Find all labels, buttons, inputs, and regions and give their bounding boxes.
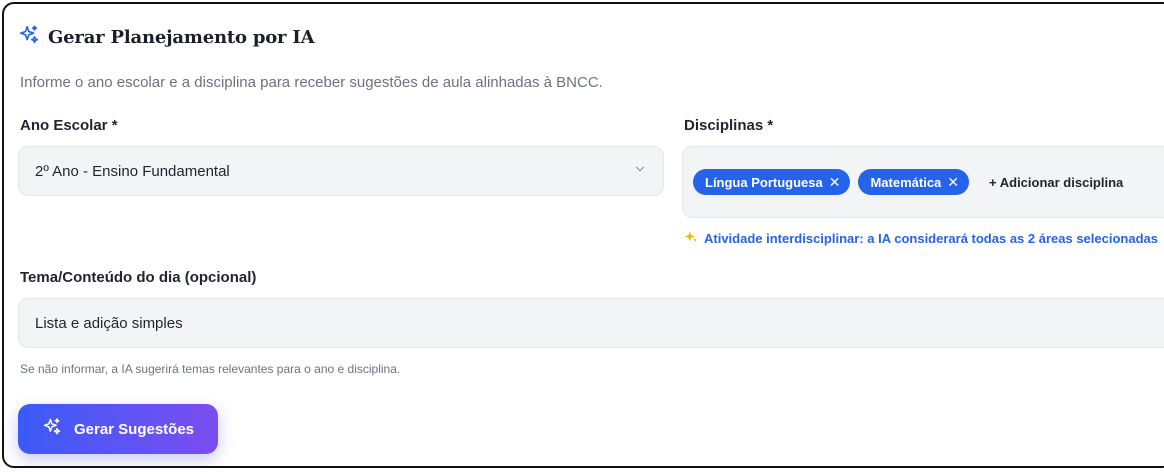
sparkle-icon [684, 230, 698, 247]
interdisciplinary-note-text: Atividade interdisciplinar: a IA conside… [704, 231, 1158, 246]
gerar-sugestoes-label: Gerar Sugestões [73, 420, 195, 438]
chip-label: Língua Portuguesa [705, 174, 823, 190]
ano-escolar-value: 2º Ano - Ensino Fundamental [35, 162, 230, 180]
sparkles-icon [18, 24, 40, 51]
remove-chip-icon[interactable]: ✕ [947, 175, 959, 189]
planning-card: Gerar Planejamento por IA Informe o ano … [2, 2, 1164, 468]
page-subtitle: Informe o ano escolar e a disciplina par… [20, 74, 603, 91]
remove-chip-icon[interactable]: ✕ [829, 175, 841, 189]
interdisciplinary-note: Atividade interdisciplinar: a IA conside… [684, 230, 1158, 247]
tema-value: Lista e adição simples [35, 314, 183, 332]
tema-hint: Se não informar, a IA sugerirá temas rel… [20, 362, 401, 376]
tema-input[interactable]: Lista e adição simples [18, 298, 1164, 348]
chip-label: Matemática [870, 174, 942, 190]
add-disciplina-button[interactable]: + Adicionar disciplina [989, 175, 1123, 190]
page-title: Gerar Planejamento por IA [48, 27, 315, 48]
ano-escolar-label: Ano Escolar * [20, 117, 118, 134]
chevron-down-icon [633, 162, 647, 180]
chip-lingua-portuguesa[interactable]: Língua Portuguesa ✕ [693, 169, 851, 195]
tema-label: Tema/Conteúdo do dia (opcional) [20, 269, 257, 286]
chip-matematica[interactable]: Matemática ✕ [858, 169, 970, 195]
card-header: Gerar Planejamento por IA [18, 24, 315, 51]
disciplinas-label: Disciplinas * [684, 117, 774, 134]
disciplinas-field[interactable]: Língua Portuguesa ✕ Matemática ✕ + Adici… [682, 146, 1164, 218]
sparkles-icon [42, 417, 62, 441]
ano-escolar-select[interactable]: 2º Ano - Ensino Fundamental [18, 146, 664, 196]
gerar-sugestoes-button[interactable]: Gerar Sugestões [18, 404, 218, 454]
